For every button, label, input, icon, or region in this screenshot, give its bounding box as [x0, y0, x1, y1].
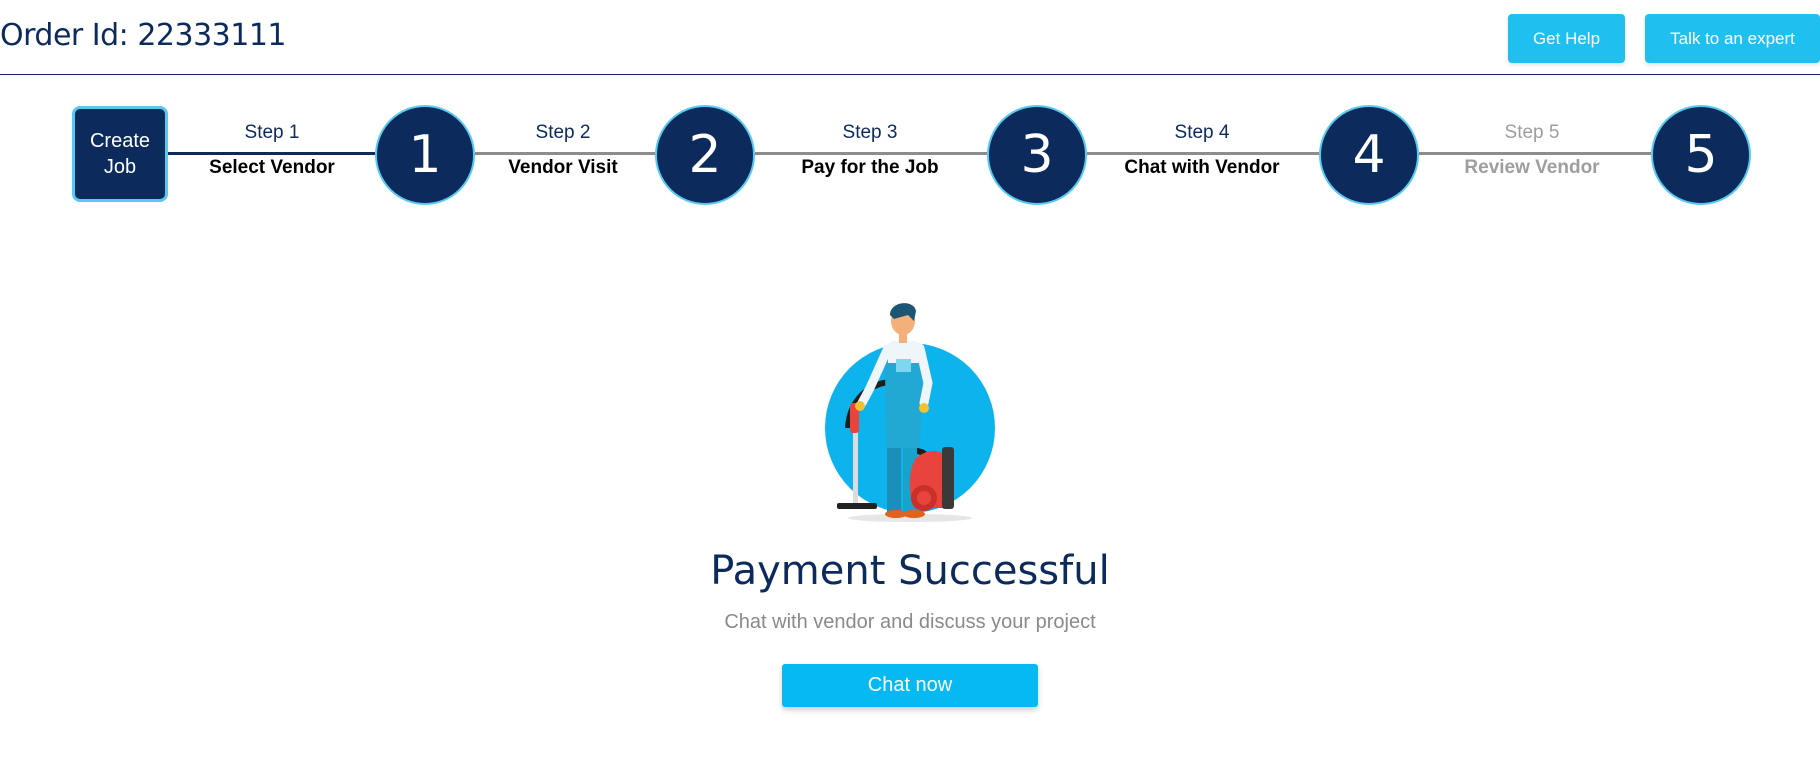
step-circle-4[interactable]: 4 [1319, 105, 1419, 205]
get-help-button[interactable]: Get Help [1508, 14, 1625, 63]
step-label-1: Step 1 Select Vendor [162, 122, 382, 179]
step-number-text: Step 5 [1504, 122, 1560, 143]
talk-to-expert-button[interactable]: Talk to an expert [1645, 14, 1820, 63]
payment-success-title: Payment Successful [710, 548, 1110, 594]
step-name-text: Chat with Vendor [1124, 157, 1280, 178]
step-label-3: Step 3 Pay for the Job [760, 122, 980, 179]
step-name-text: Pay for the Job [801, 157, 939, 178]
payment-success-subtitle: Chat with vendor and discuss your projec… [724, 611, 1096, 633]
step-number-text: Step 2 [535, 122, 591, 143]
progress-stepper: Create Job Step 1 Select Vendor 1 Step 2… [0, 104, 1820, 206]
step-number-text: Step 1 [244, 122, 300, 143]
cleaner-illustration [825, 303, 995, 522]
step-label-4: Step 4 Chat with Vendor [1092, 122, 1312, 179]
chat-now-button[interactable]: Chat now [782, 664, 1038, 707]
header-bar: Order Id: 22333111 Get Help Talk to an e… [0, 0, 1820, 75]
step-circle-2[interactable]: 2 [655, 105, 755, 205]
step-number-text: Step 3 [842, 122, 898, 143]
step-circle-5[interactable]: 5 [1651, 105, 1751, 205]
step-name-text: Vendor Visit [508, 157, 618, 178]
create-job-step[interactable]: Create Job [72, 106, 168, 202]
order-id-title: Order Id: 22333111 [0, 18, 287, 53]
step-name-text: Select Vendor [209, 157, 335, 178]
step-label-2: Step 2 Vendor Visit [453, 122, 673, 179]
step-name-text: Review Vendor [1464, 157, 1600, 178]
step-number-text: Step 4 [1174, 122, 1230, 143]
step-circle-3[interactable]: 3 [987, 105, 1087, 205]
step-label-5: Step 5 Review Vendor [1422, 122, 1642, 179]
